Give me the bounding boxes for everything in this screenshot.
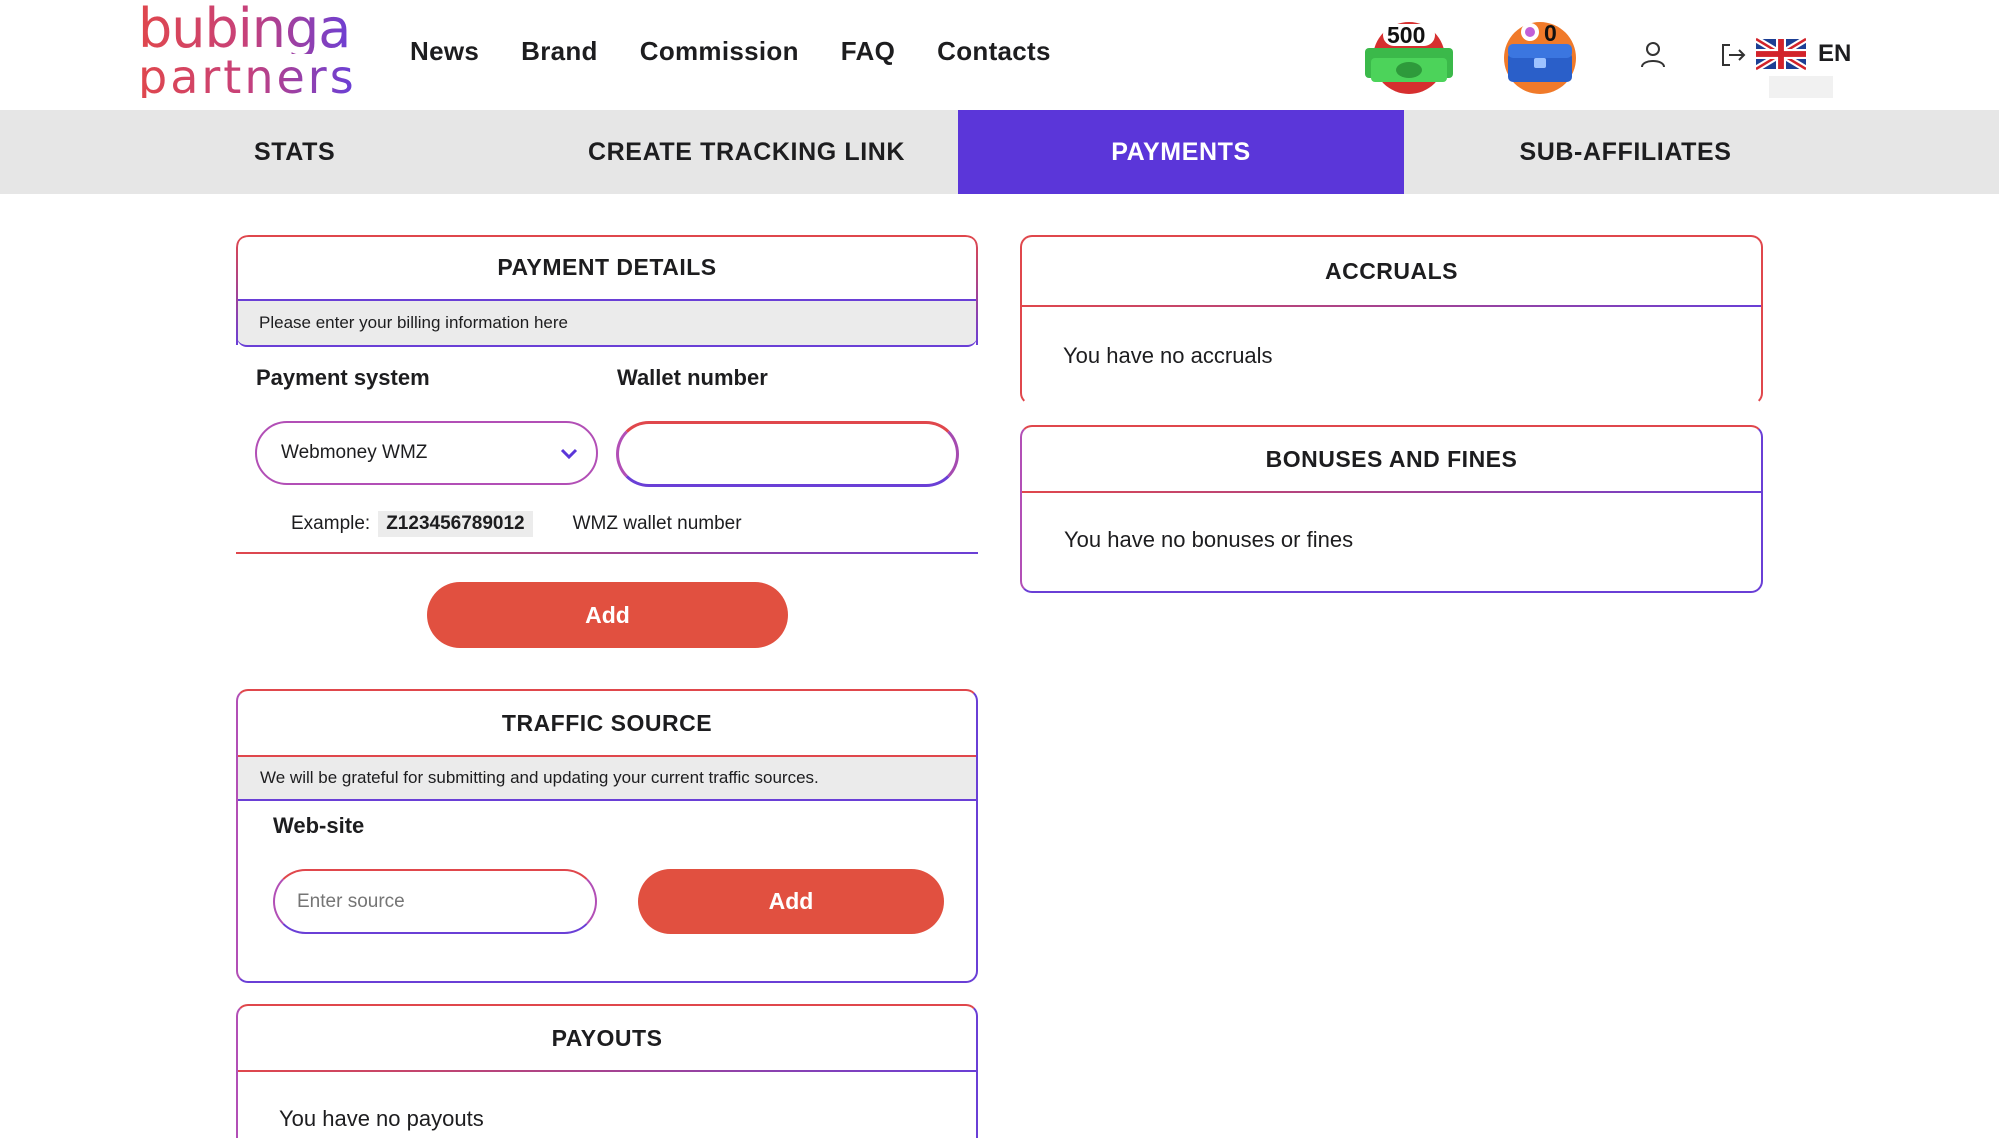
user-profile-icon[interactable] (1636, 38, 1670, 72)
payment-system-label: Payment system (256, 365, 430, 390)
bonuses-divider (1022, 491, 1761, 493)
logout-icon[interactable] (1716, 38, 1750, 72)
language-dropdown-shadow (1769, 76, 1833, 98)
nav-contacts[interactable]: Contacts (937, 36, 1051, 67)
example-hint: WMZ wallet number (572, 513, 742, 534)
bonuses-empty-message: You have no bonuses or fines (1064, 527, 1354, 552)
logo-line-1: bubinga (138, 2, 353, 56)
accruals-empty-message: You have no accruals (1063, 343, 1273, 368)
traffic-source-subtitle: We will be grateful for submitting and u… (238, 755, 976, 801)
payouts-title: PAYOUTS (551, 1024, 663, 1051)
section-tabs: STATS CREATE TRACKING LINK PAYMENTS SUB-… (0, 110, 1999, 194)
main-navigation: News Brand Commission FAQ Contacts (410, 36, 1051, 67)
add-traffic-source-button[interactable]: Add (638, 869, 944, 934)
payment-details-title: PAYMENT DETAILS (497, 253, 717, 280)
accruals-title: ACCRUALS (1324, 257, 1459, 284)
nav-brand[interactable]: Brand (521, 36, 598, 67)
example-wallet-code: Z123456789012 (378, 511, 533, 537)
nav-faq[interactable]: FAQ (841, 36, 895, 67)
site-header: bubinga partners News Brand Commission F… (0, 0, 1999, 110)
tab-create-tracking-link[interactable]: CREATE TRACKING LINK (582, 110, 958, 194)
uk-flag-icon[interactable] (1754, 36, 1808, 72)
tab-payments[interactable]: PAYMENTS (958, 110, 1404, 194)
payment-details-card: PAYMENT DETAILS Please enter your billin… (236, 235, 978, 555)
payment-system-value: Webmoney WMZ (281, 442, 428, 463)
payment-details-bottom-rule (236, 552, 978, 554)
payment-details-subtitle: Please enter your billing information he… (237, 301, 977, 347)
treasure-chest-icon (1504, 22, 1576, 94)
add-payment-button[interactable]: Add (427, 582, 788, 648)
money-bonus-badge[interactable]: 500 (1357, 14, 1461, 94)
nav-news[interactable]: News (410, 36, 479, 67)
chest-count: 0 (1544, 20, 1557, 46)
tab-stats[interactable]: STATS (0, 110, 582, 194)
bubinga-partners-logo[interactable]: bubinga partners (138, 2, 357, 104)
traffic-source-card: TRAFFIC SOURCE We will be grateful for s… (236, 689, 978, 983)
payouts-card: PAYOUTS You have no payouts (236, 1004, 978, 1138)
wallet-number-label: Wallet number (617, 365, 768, 390)
logo-line-2: partners (138, 49, 357, 104)
treasure-chest-badge[interactable]: 0 (1490, 14, 1590, 94)
accruals-divider (1022, 305, 1761, 307)
money-count: 500 (1387, 22, 1426, 48)
payouts-divider (238, 1070, 976, 1072)
payouts-empty-message: You have no payouts (279, 1106, 484, 1131)
chevron-down-icon (560, 448, 578, 460)
traffic-source-title: TRAFFIC SOURCE (501, 709, 713, 736)
language-code[interactable]: EN (1818, 40, 1851, 68)
example-row: Example: Z123456789012 WMZ wallet number (291, 511, 742, 537)
tab-sub-affiliates[interactable]: SUB-AFFILIATES (1404, 110, 1847, 194)
bonuses-fines-title: BONUSES AND FINES (1265, 445, 1518, 472)
nav-commission[interactable]: Commission (640, 36, 799, 67)
payment-system-select[interactable]: Webmoney WMZ (255, 421, 598, 485)
bonuses-fines-card: BONUSES AND FINES You have no bonuses or… (1020, 425, 1763, 593)
website-label: Web-site (273, 813, 365, 838)
example-label: Example: (291, 513, 371, 534)
accruals-card: ACCRUALS You have no accruals (1020, 235, 1763, 405)
wallet-number-input[interactable] (616, 421, 959, 487)
traffic-source-input[interactable] (273, 869, 597, 934)
